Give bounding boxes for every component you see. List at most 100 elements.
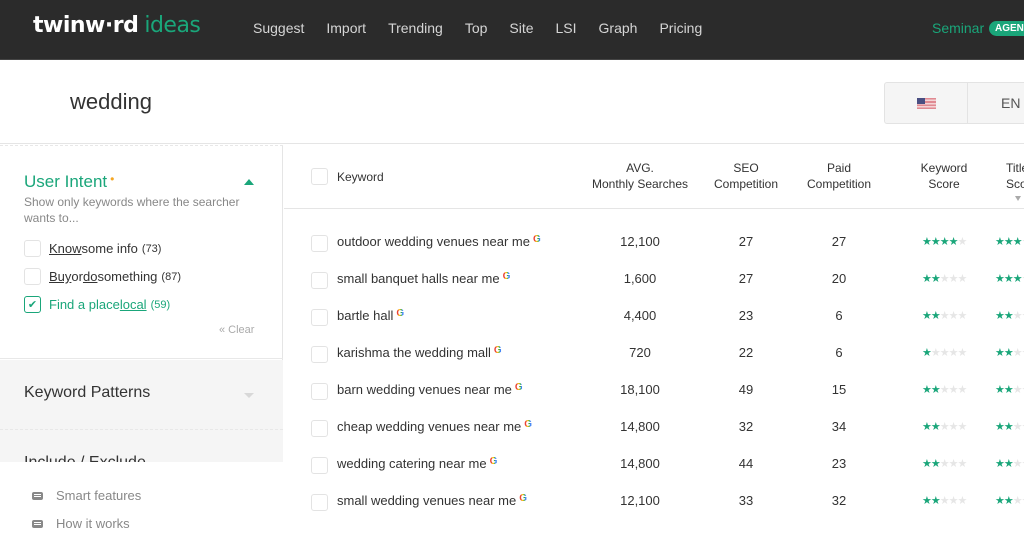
expand-caret-icon[interactable] bbox=[244, 393, 254, 398]
keyword-score-stars: ★★★★★ bbox=[922, 346, 967, 359]
google-search-icon[interactable]: G bbox=[524, 419, 532, 430]
keyword-cell[interactable]: wedding catering near me G bbox=[337, 456, 497, 471]
top-navigation-bar: twinw·rd ideas Suggest Import Trending To… bbox=[0, 0, 1024, 60]
title-score-stars: ★★★★★ bbox=[995, 272, 1024, 285]
checkbox[interactable] bbox=[24, 268, 41, 285]
monthly-searches-cell: 14,800 bbox=[620, 456, 660, 471]
keyword-cell[interactable]: cheap wedding venues near me G bbox=[337, 419, 532, 434]
nav-top[interactable]: Top bbox=[465, 20, 488, 36]
column-avg-monthly-searches[interactable]: AVG. Monthly Searches bbox=[580, 160, 700, 192]
intent-option-know[interactable]: Know some info (73) bbox=[24, 240, 161, 257]
star-empty-icon: ★ bbox=[948, 310, 959, 322]
us-flag-icon bbox=[916, 97, 936, 109]
star-empty-icon: ★ bbox=[957, 384, 968, 396]
table-row[interactable]: small banquet halls near me G 1,600 27 20 ★★★… bbox=[284, 262, 1024, 299]
star-empty-icon: ★ bbox=[939, 384, 950, 396]
table-row[interactable]: outdoor wedding venues near me G 12,100 27 2… bbox=[284, 225, 1024, 262]
collapse-caret-icon[interactable] bbox=[244, 179, 254, 185]
row-checkbox[interactable] bbox=[311, 309, 328, 326]
search-query[interactable]: wedding bbox=[70, 89, 152, 115]
star-empty-icon: ★ bbox=[939, 421, 950, 433]
nav-seminar[interactable]: Seminar bbox=[932, 20, 984, 36]
star-filled-icon: ★ bbox=[1012, 273, 1023, 285]
clear-filter-link[interactable]: « Clear bbox=[219, 324, 254, 336]
table-row[interactable]: wedding catering near me G 14,800 44 23 ★★★★★… bbox=[284, 447, 1024, 484]
nav-site[interactable]: Site bbox=[509, 20, 533, 36]
keyword-score-stars: ★★★★★ bbox=[922, 494, 967, 507]
nav-suggest[interactable]: Suggest bbox=[253, 20, 304, 36]
locale-selector: EN bbox=[884, 82, 1024, 124]
row-checkbox[interactable] bbox=[311, 420, 328, 437]
table-row[interactable]: small wedding venues near me G 12,100 33 32 ★… bbox=[284, 484, 1024, 521]
row-checkbox[interactable] bbox=[311, 457, 328, 474]
google-search-icon[interactable]: G bbox=[519, 493, 527, 504]
language-selector[interactable]: EN bbox=[968, 83, 1020, 123]
nav-import[interactable]: Import bbox=[326, 20, 366, 36]
smart-features-link[interactable]: Smart features bbox=[32, 488, 141, 503]
table-row[interactable]: karishma the wedding mall G 720 22 6 ★★★★★ ★★★… bbox=[284, 336, 1024, 373]
row-checkbox[interactable] bbox=[311, 272, 328, 289]
keyword-score-stars: ★★★★★ bbox=[922, 272, 967, 285]
column-title-score[interactable]: Title Score bbox=[1006, 160, 1024, 192]
user-intent-panel: User Intent • Show only keywords where th… bbox=[0, 145, 283, 359]
user-intent-title-text: User Intent bbox=[24, 172, 108, 191]
column-keyword[interactable]: Keyword bbox=[337, 169, 384, 185]
twinword-ideas-logo[interactable]: twinw·rd ideas bbox=[33, 13, 201, 38]
star-empty-icon: ★ bbox=[957, 458, 968, 470]
nav-pricing[interactable]: Pricing bbox=[659, 20, 702, 36]
row-checkbox[interactable] bbox=[311, 235, 328, 252]
table-row[interactable]: barn wedding venues near me G 18,100 49 15 ★★… bbox=[284, 373, 1024, 410]
title-score-stars: ★★★★★ bbox=[995, 235, 1024, 248]
table-row[interactable]: bartle hallG4,400236★★★★★★★★★★ bbox=[284, 299, 1024, 336]
main-nav: Suggest Import Trending Top Site LSI Gra… bbox=[253, 20, 724, 36]
nav-graph[interactable]: Graph bbox=[599, 20, 638, 36]
google-search-icon[interactable]: G bbox=[515, 382, 523, 393]
google-search-icon[interactable]: G bbox=[490, 456, 498, 467]
seo-competition-cell: 27 bbox=[738, 271, 754, 286]
keyword-text: barn wedding venues near me bbox=[337, 382, 512, 397]
paid-competition-cell: 23 bbox=[831, 456, 847, 471]
keyword-cell[interactable]: small wedding venues near me G bbox=[337, 493, 527, 508]
star-empty-icon: ★ bbox=[948, 421, 959, 433]
column-keyword-score[interactable]: Keyword Score bbox=[904, 160, 984, 192]
row-checkbox[interactable] bbox=[311, 346, 328, 363]
search-bar: wedding EN bbox=[0, 61, 1024, 144]
star-filled-icon: ★ bbox=[995, 384, 1005, 396]
row-checkbox[interactable] bbox=[311, 383, 328, 400]
star-filled-icon: ★ bbox=[922, 421, 932, 433]
nav-trending[interactable]: Trending bbox=[388, 20, 443, 36]
table-row[interactable]: cheap wedding venues near me G 14,800 32 34 ★… bbox=[284, 410, 1024, 447]
google-search-icon[interactable]: G bbox=[503, 271, 511, 282]
nav-lsi[interactable]: LSI bbox=[556, 20, 577, 36]
star-filled-icon: ★ bbox=[922, 310, 932, 322]
star-empty-icon: ★ bbox=[948, 347, 959, 359]
column-seo-competition[interactable]: SEO Competition bbox=[706, 160, 786, 192]
how-it-works-link[interactable]: How it works bbox=[32, 516, 130, 531]
seo-competition-cell: 32 bbox=[738, 419, 754, 434]
google-search-icon[interactable]: G bbox=[396, 308, 404, 319]
google-search-icon[interactable]: G bbox=[494, 345, 502, 356]
country-selector[interactable] bbox=[885, 83, 968, 123]
keyword-cell[interactable]: karishma the wedding mall G bbox=[337, 345, 502, 360]
keyword-cell[interactable]: small banquet halls near me G bbox=[337, 271, 510, 286]
row-checkbox[interactable] bbox=[311, 494, 328, 511]
intent-option-local[interactable]: ✔ Find a place local (59) bbox=[24, 296, 170, 313]
column-paid-competition[interactable]: Paid Competition bbox=[799, 160, 879, 192]
checkbox[interactable] bbox=[24, 240, 41, 257]
google-search-icon[interactable]: G bbox=[533, 234, 541, 245]
checkbox-checked[interactable]: ✔ bbox=[24, 296, 41, 313]
select-all-checkbox[interactable] bbox=[311, 168, 328, 185]
star-filled-icon: ★ bbox=[922, 495, 932, 507]
intent-option-buy-do[interactable]: Buy or do something (87) bbox=[24, 268, 181, 285]
keyword-cell[interactable]: barn wedding venues near me G bbox=[337, 382, 523, 397]
keyword-patterns-section[interactable]: Keyword Patterns bbox=[0, 360, 283, 430]
paid-competition-cell: 34 bbox=[831, 419, 847, 434]
keyword-cell[interactable]: bartle hall G bbox=[337, 308, 404, 323]
agency-badge[interactable]: AGENC bbox=[989, 21, 1024, 36]
star-filled-icon: ★ bbox=[922, 384, 932, 396]
sort-desc-icon[interactable] bbox=[1015, 196, 1021, 201]
user-intent-title[interactable]: User Intent • bbox=[24, 172, 114, 192]
star-filled-icon: ★ bbox=[930, 310, 941, 322]
required-dot-icon: • bbox=[110, 172, 115, 186]
keyword-cell[interactable]: outdoor wedding venues near me G bbox=[337, 234, 541, 249]
